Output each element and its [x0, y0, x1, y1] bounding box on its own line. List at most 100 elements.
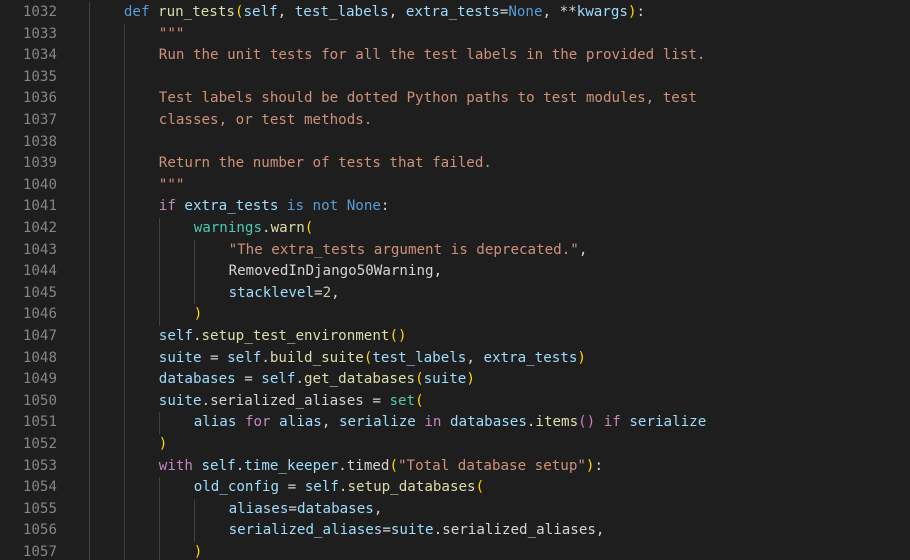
indent-guide	[193, 498, 195, 521]
code-line[interactable]: 1049 databases = self.get_databases(suite…	[0, 369, 910, 391]
code-content[interactable]: RemovedInDjango50Warning,	[229, 261, 443, 283]
code-token: )	[577, 349, 586, 366]
indent-guide	[158, 412, 160, 434]
code-line[interactable]: 1040 """	[0, 174, 910, 197]
code-token: ,	[388, 4, 406, 20]
code-line[interactable]: 1038	[0, 131, 910, 154]
code-line[interactable]: 1042 warnings.warn(	[0, 218, 910, 240]
code-content[interactable]: suite = self.build_suite(test_labels, ex…	[159, 348, 586, 370]
code-line[interactable]: 1056 serialized_aliases=suite.serialized_…	[0, 520, 910, 542]
code-token: .	[201, 392, 211, 409]
code-token: )	[193, 306, 203, 323]
code-line[interactable]: 1035	[0, 66, 910, 89]
code-line[interactable]: 1041 if extra_tests is not None:	[0, 196, 910, 218]
code-content[interactable]: if extra_tests is not None:	[159, 196, 390, 218]
code-content[interactable]: )	[194, 304, 203, 326]
code-token: ()	[578, 414, 596, 431]
code-line[interactable]: 1055 aliases=databases,	[0, 498, 910, 521]
indent-guide	[123, 304, 125, 326]
code-content[interactable]: aliases=databases,	[229, 499, 383, 521]
code-line[interactable]: 1036 Test labels should be dotted Python …	[0, 88, 910, 110]
code-line[interactable]: 1032 def run_tests(self, test_labels, ext…	[0, 2, 910, 24]
indent-guide	[89, 390, 90, 413]
code-token: in	[415, 414, 450, 431]
code-line[interactable]: 1033 """	[0, 23, 910, 46]
code-content[interactable]: self.setup_test_environment()	[159, 326, 407, 348]
code-line[interactable]: 1034 Run the unit tests for all the test …	[0, 45, 910, 67]
code-token: (	[415, 371, 424, 388]
code-token: Test labels should be dotted Python path…	[158, 90, 697, 107]
line-number: 1038	[22, 133, 57, 150]
code-content[interactable]: stacklevel=2,	[229, 283, 340, 305]
code-token: databases	[449, 414, 527, 431]
code-content[interactable]: )	[194, 542, 203, 560]
line-number: 1039	[22, 155, 57, 172]
code-token: .timed	[338, 457, 390, 474]
code-token: serialized_aliases	[228, 522, 383, 539]
code-line[interactable]: 1054 old_config = self.setup_databases(	[0, 477, 910, 499]
code-line[interactable]: 1053 with self.time_keeper.timed("Total d…	[0, 455, 910, 478]
code-token: self	[243, 4, 278, 20]
indent-guide	[123, 174, 125, 197]
code-content[interactable]: alias for alias, serialize in databases.…	[194, 412, 707, 434]
indent-guide	[123, 347, 125, 370]
code-token: extra_tests	[405, 4, 500, 20]
code-token: None	[346, 198, 381, 215]
code-editor[interactable]: 1032 def run_tests(self, test_labels, ext…	[0, 0, 910, 560]
indent-guide	[193, 239, 195, 262]
code-token: )	[158, 436, 168, 452]
code-line[interactable]: 1044 RemovedInDjango50Warning,	[0, 261, 910, 283]
code-line[interactable]: 1047 self.setup_test_environment()	[0, 326, 910, 348]
line-number: 1042	[22, 220, 57, 236]
code-content[interactable]: databases = self.get_databases(suite)	[159, 369, 475, 391]
line-number: 1055	[22, 500, 57, 517]
code-line[interactable]: 1052)	[0, 434, 910, 456]
code-content[interactable]: def run_tests(self, test_labels, extra_t…	[124, 2, 645, 24]
code-line[interactable]: 1046)	[0, 304, 910, 326]
code-content[interactable]: "The extra_tests argument is deprecated.…	[229, 240, 588, 262]
indent-guide	[193, 520, 195, 542]
code-content[interactable]: """	[159, 24, 185, 46]
code-token: aliases	[228, 500, 289, 517]
code-token: **	[559, 4, 577, 20]
code-content[interactable]: """	[159, 175, 185, 197]
line-number: 1040	[22, 176, 57, 193]
code-content[interactable]: )	[159, 434, 168, 456]
code-line[interactable]: 1037 classes, or test methods.	[0, 110, 910, 132]
code-token: .	[295, 371, 305, 388]
code-line[interactable]: 1050 suite.serialized_aliases = set(	[0, 390, 910, 413]
code-token: ,	[277, 4, 295, 20]
code-token: self	[201, 457, 236, 474]
code-content[interactable]: classes, or test methods.	[159, 110, 373, 132]
code-token: :	[594, 457, 604, 474]
code-content[interactable]: Test labels should be dotted Python path…	[159, 88, 697, 110]
code-content[interactable]: serialized_aliases=suite.serialized_alia…	[229, 520, 605, 542]
code-token: (	[415, 392, 424, 409]
code-content[interactable]: Run the unit tests for all the test labe…	[159, 45, 706, 67]
indent-guide	[89, 369, 90, 391]
code-line[interactable]: 1048 suite = self.build_suite(test_labels…	[0, 347, 910, 370]
code-token: RemovedInDjango50Warning,	[228, 263, 443, 280]
code-line[interactable]: 1045 stacklevel=2,	[0, 282, 910, 305]
code-content[interactable]: with self.time_keeper.timed("Total datab…	[159, 456, 603, 478]
code-content[interactable]: old_config = self.setup_databases(	[194, 477, 484, 499]
code-line[interactable]: 1051 alias for alias, serialize in databa…	[0, 412, 910, 434]
line-number: 1054	[22, 479, 57, 496]
code-token: kwargs	[576, 4, 628, 20]
code-token: serialized_aliases =	[210, 392, 390, 409]
code-content[interactable]: suite.serialized_aliases = set(	[159, 391, 424, 413]
code-line[interactable]: 1057)	[0, 542, 910, 560]
code-token: .	[192, 328, 202, 344]
code-content[interactable]: Return the number of tests that failed.	[159, 153, 492, 175]
line-number: 1043	[22, 241, 57, 258]
code-token: def	[123, 4, 159, 20]
code-line[interactable]: 1043 "The extra_tests argument is depreca…	[0, 239, 910, 262]
code-line[interactable]: 1039 Return the number of tests that fail…	[0, 153, 910, 175]
code-content[interactable]: warnings.warn(	[194, 218, 314, 240]
code-token: :	[380, 198, 390, 215]
indent-guide	[123, 45, 125, 67]
code-token: =	[201, 349, 228, 366]
indent-guide	[89, 477, 90, 499]
code-token: set	[389, 392, 416, 409]
code-token: run_tests	[158, 4, 235, 20]
